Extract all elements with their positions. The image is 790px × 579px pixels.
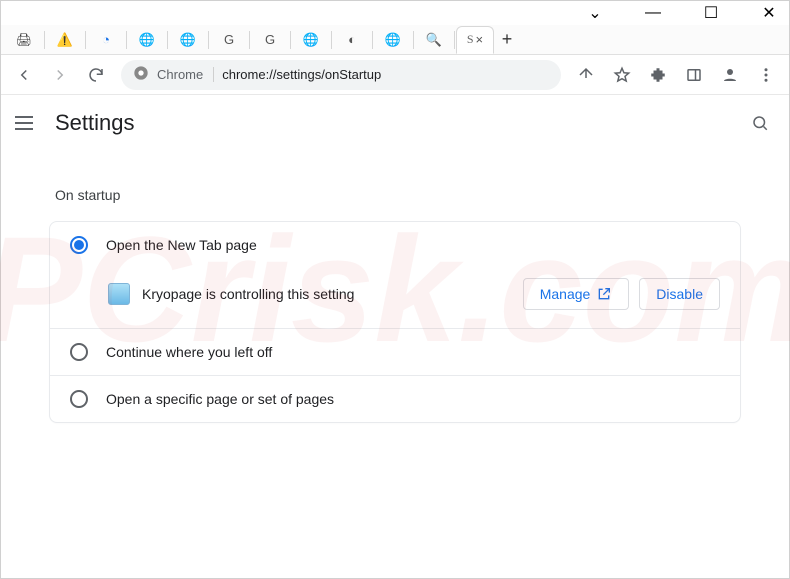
tab-close-icon[interactable]: × (476, 32, 484, 47)
tab-item[interactable]: ⚠️ (46, 26, 84, 54)
url-chip-label: Chrome (157, 67, 214, 82)
profile-button[interactable] (713, 59, 747, 91)
extension-icon (108, 283, 130, 305)
menu-button[interactable] (749, 59, 783, 91)
forward-button[interactable] (43, 59, 77, 91)
tab-item[interactable]: 🌐 (169, 26, 207, 54)
radio-icon[interactable] (70, 343, 88, 361)
disable-button[interactable]: Disable (639, 278, 720, 310)
tab-strip: 🖨 ⚠️ ◔ 🌐 🌐 G G 🌐 ◐ 🌐 🔍 S × + (1, 25, 789, 55)
settings-header: Settings (1, 95, 789, 151)
section-label: On startup (55, 187, 741, 203)
tab-item[interactable]: 🌐 (128, 26, 166, 54)
chrome-logo-icon (133, 65, 149, 84)
option-open-new-tab[interactable]: Open the New Tab page (50, 222, 740, 268)
extension-notice-text: Kryopage is controlling this setting (142, 286, 354, 302)
tab-item[interactable]: ◐ (333, 26, 371, 54)
external-link-icon (596, 286, 612, 302)
tab-item[interactable]: 🌐 (292, 26, 330, 54)
tab-item[interactable]: ◔ (87, 26, 125, 54)
tab-item[interactable]: G (251, 26, 289, 54)
extension-control-notice: Kryopage is controlling this setting Man… (50, 268, 740, 328)
tab-item[interactable]: 🔍 (415, 26, 453, 54)
url-text: chrome://settings/onStartup (222, 67, 381, 82)
window-dropdown-icon[interactable]: ⌄ (581, 3, 609, 23)
radio-icon[interactable] (70, 236, 88, 254)
tab-item[interactable]: 🌐 (374, 26, 412, 54)
settings-search-button[interactable] (743, 107, 777, 139)
extensions-button[interactable] (641, 59, 675, 91)
reload-button[interactable] (79, 59, 113, 91)
settings-content: On startup Open the New Tab page Kryopag… (1, 151, 789, 443)
hamburger-menu-button[interactable] (13, 111, 37, 135)
back-button[interactable] (7, 59, 41, 91)
address-bar[interactable]: Chrome chrome://settings/onStartup (121, 60, 561, 90)
browser-toolbar: Chrome chrome://settings/onStartup (1, 55, 789, 95)
tab-item[interactable]: 🖨 (5, 26, 43, 54)
window-close-button[interactable]: ✕ (755, 3, 783, 23)
option-label: Continue where you left off (106, 344, 272, 360)
option-continue[interactable]: Continue where you left off (50, 329, 740, 375)
manage-button[interactable]: Manage (523, 278, 630, 310)
startup-options-card: Open the New Tab page Kryopage is contro… (49, 221, 741, 423)
page-title: Settings (55, 110, 135, 136)
window-maximize-button[interactable]: ☐ (697, 3, 725, 23)
option-label: Open a specific page or set of pages (106, 391, 334, 407)
side-panel-button[interactable] (677, 59, 711, 91)
tab-item-active[interactable]: S × (456, 26, 494, 54)
option-specific-pages[interactable]: Open a specific page or set of pages (50, 376, 740, 422)
new-tab-button[interactable]: + (494, 29, 520, 50)
window-controls: ⌄ — ☐ ✕ (1, 1, 789, 25)
radio-icon[interactable] (70, 390, 88, 408)
window-minimize-button[interactable]: — (639, 4, 667, 22)
share-button[interactable] (569, 59, 603, 91)
settings-favicon: S (467, 32, 474, 47)
tab-item[interactable]: G (210, 26, 248, 54)
bookmark-button[interactable] (605, 59, 639, 91)
option-label: Open the New Tab page (106, 237, 257, 253)
